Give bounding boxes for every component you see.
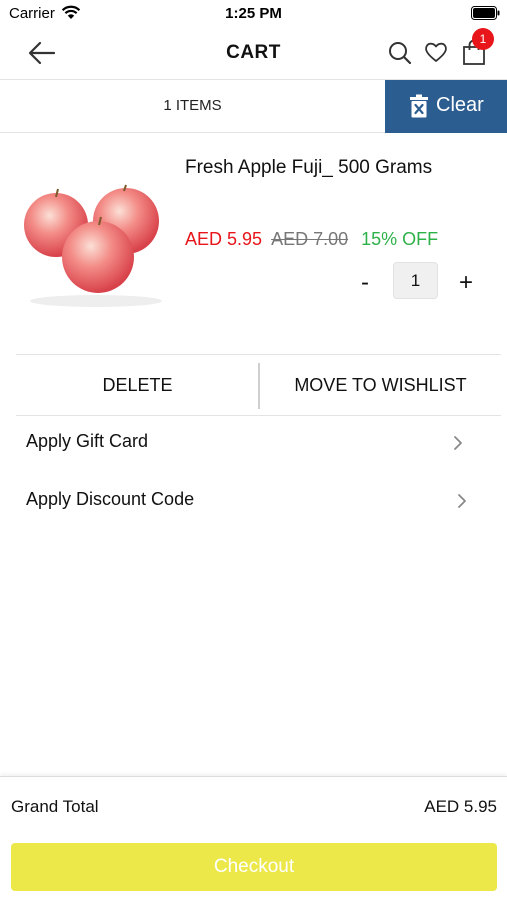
items-count: 1 ITEMS [163,97,222,114]
status-time: 1:25 PM [225,5,282,22]
clear-label: Clear [436,94,484,116]
quantity-field[interactable]: 1 [393,262,438,299]
product-name[interactable]: Fresh Apple Fuji_ 500 Grams [185,157,432,179]
quantity-decrease-button[interactable]: - [352,269,378,299]
price-row: AED 5.95 AED 7.00 15% OFF [185,229,438,250]
cart-item: Fresh Apple Fuji_ 500 Grams AED 5.95 AED… [0,133,507,353]
apply-gift-card-row[interactable]: Apply Gift Card [0,417,507,469]
apply-discount-code-label: Apply Discount Code [26,489,195,509]
cart-count-badge: 1 [472,28,494,50]
quantity-increase-button[interactable]: + [453,269,479,299]
chevron-right-icon [458,494,466,508]
checkout-button[interactable]: Checkout [11,843,497,891]
checkout-footer: Grand Total AED 5.95 Checkout [0,776,507,900]
discount-label: 15% OFF [361,229,439,249]
move-to-wishlist-button[interactable]: MOVE TO WISHLIST [260,355,501,415]
grand-total-label: Grand Total [11,797,99,816]
battery-icon [471,6,500,20]
heart-icon[interactable] [423,40,449,64]
grand-total-value: AED 5.95 [424,797,497,816]
product-image[interactable] [20,183,172,311]
search-icon[interactable] [387,40,413,66]
status-bar: Carrier 1:25 PM [0,0,507,28]
chevron-right-icon [454,436,462,450]
current-price: AED 5.95 [185,229,263,249]
trash-icon [410,94,428,118]
apply-discount-code-row[interactable]: Apply Discount Code [0,475,507,527]
item-actions: DELETE MOVE TO WISHLIST [16,354,501,416]
original-price: AED 7.00 [271,229,349,249]
delete-button[interactable]: DELETE [16,355,259,415]
apply-gift-card-label: Apply Gift Card [26,431,149,451]
nav-bar: CART 1 [0,28,507,80]
cart-header: 1 ITEMS Clear [0,80,507,133]
clear-cart-button[interactable]: Clear [385,80,507,133]
